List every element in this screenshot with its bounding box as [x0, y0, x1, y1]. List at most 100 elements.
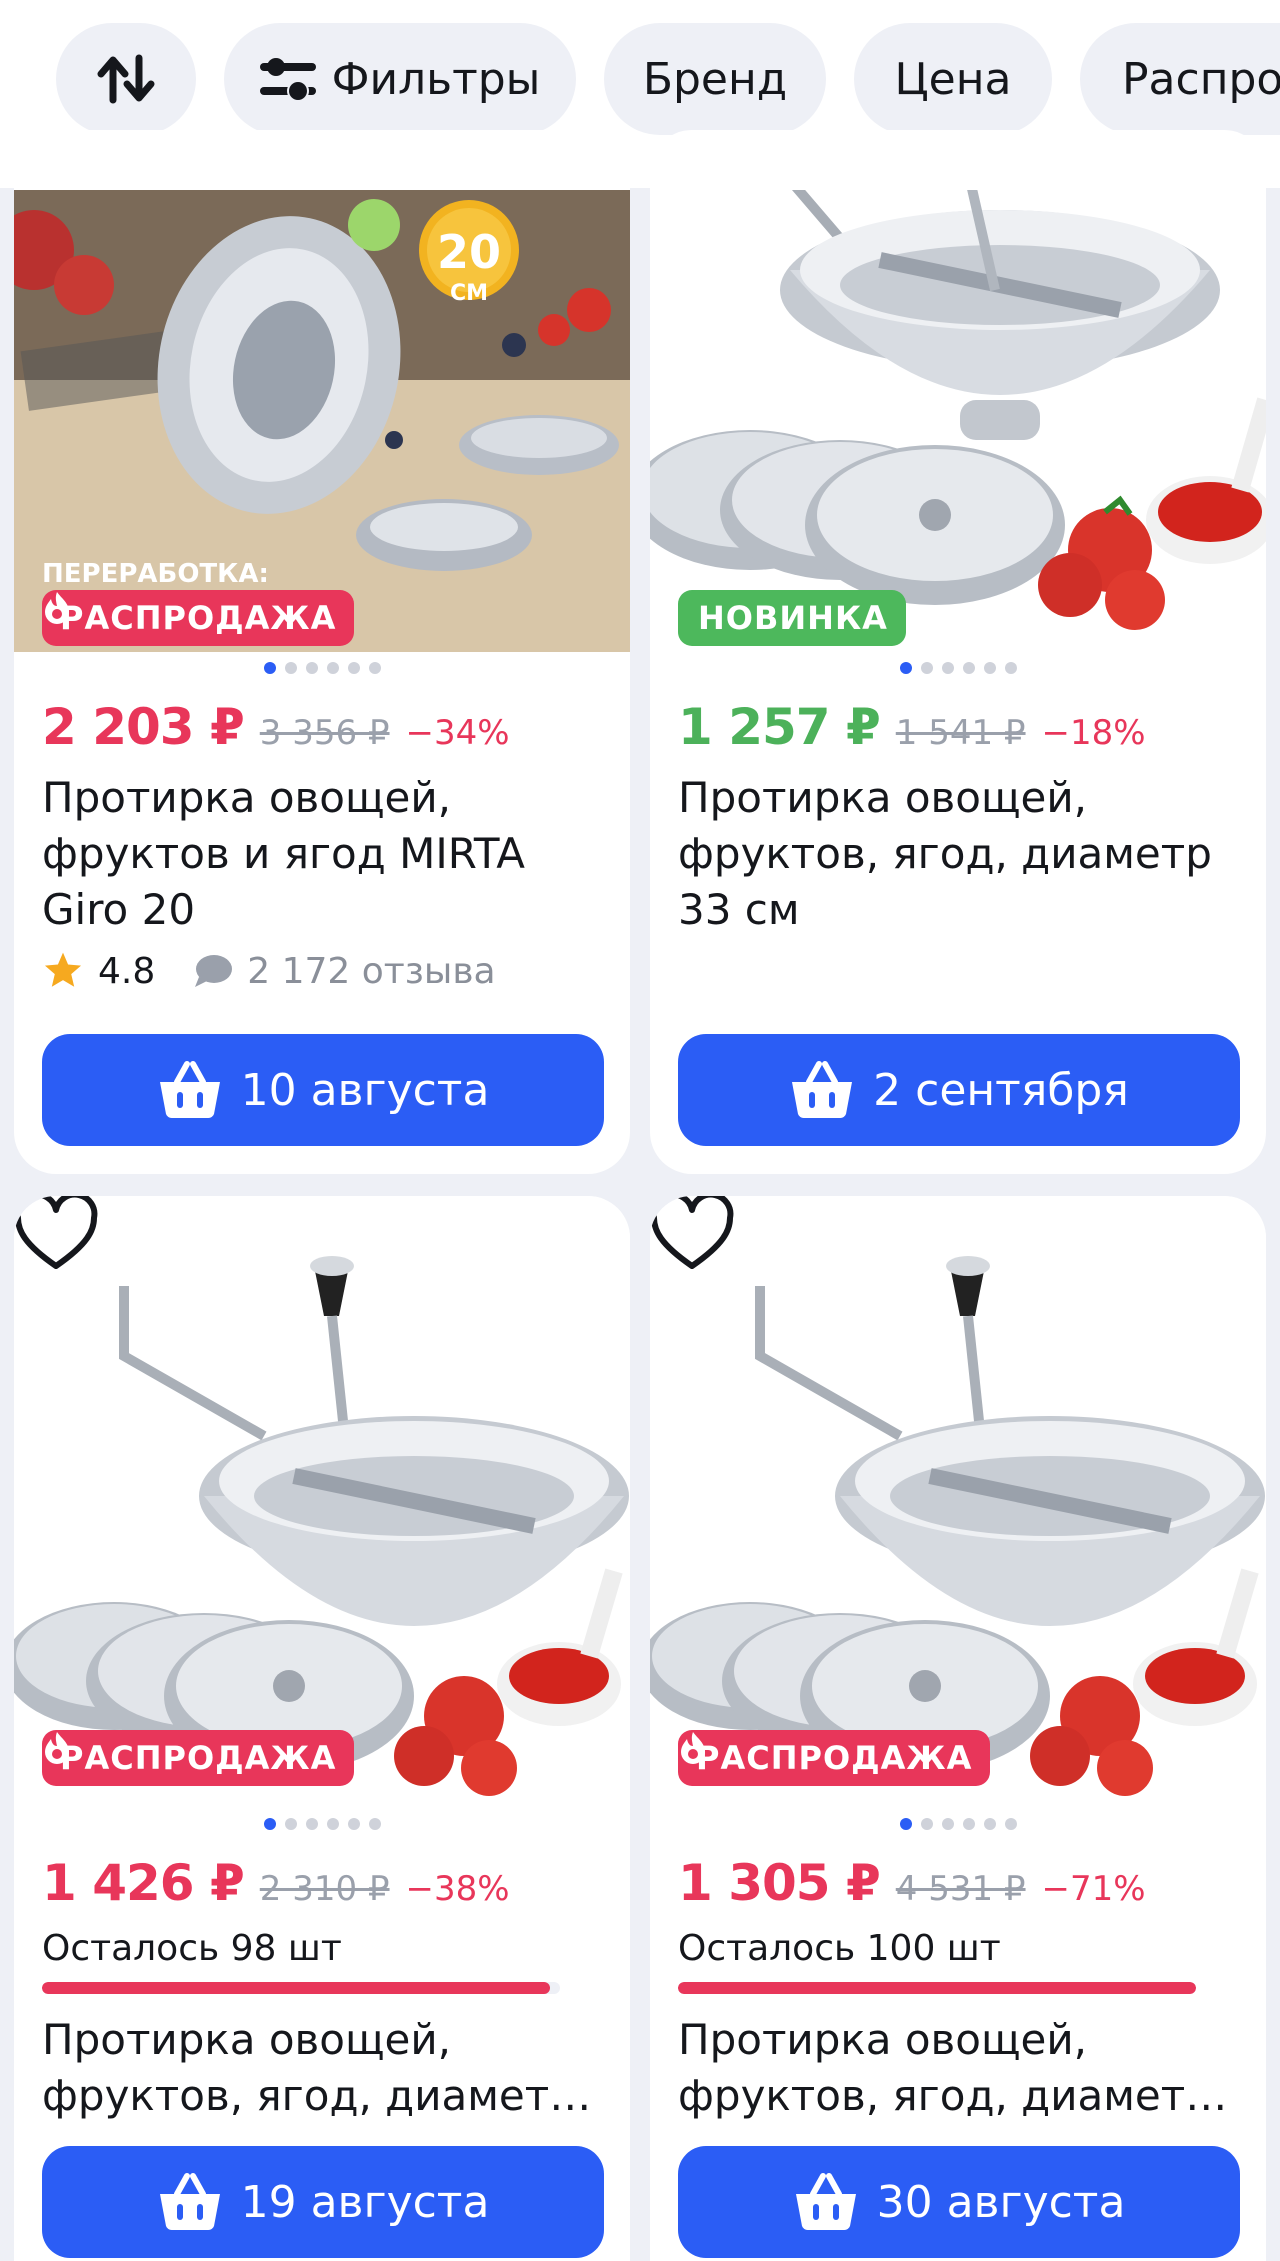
- pager-dot: [284, 662, 297, 674]
- sale-filter-button[interactable]: Распро: [1080, 23, 1280, 135]
- sort-button[interactable]: [56, 23, 196, 135]
- product-card[interactable]: РАСПРОДАЖА 1 305 ₽ 4 531 ₽ −71% Осталось…: [650, 1196, 1266, 2261]
- pager-dot: [1004, 1818, 1017, 1830]
- pager-dot: [326, 662, 339, 674]
- title-line: Протирка овощей,: [678, 2015, 1088, 2064]
- pager-dot-active: [899, 662, 912, 674]
- stock-left: Осталось 100 шт: [678, 1928, 1001, 1969]
- pager-dot: [326, 1818, 339, 1830]
- pager-dot: [983, 1818, 996, 1830]
- stock-bar: [678, 1982, 1196, 1994]
- fire-icon: [681, 1732, 705, 1764]
- product-title[interactable]: Протирка овощей, фруктов и ягод MIRTA Gi…: [42, 770, 606, 938]
- pager-dot: [305, 662, 318, 674]
- price-row: 2 203 ₽ 3 356 ₽ −34%: [42, 698, 510, 756]
- discount: −38%: [405, 1869, 510, 1909]
- price-row: 1 305 ₽ 4 531 ₽ −71%: [678, 1854, 1146, 1912]
- delivery-date: 10 августа: [240, 1064, 490, 1116]
- pager-dot: [347, 1818, 360, 1830]
- delivery-date: 30 августа: [876, 2176, 1126, 2228]
- product-card[interactable]: РАСПРОДАЖА 1 426 ₽ 2 310 ₽ −38% Осталось…: [14, 1196, 630, 2261]
- add-to-cart-button[interactable]: 30 августа: [678, 2146, 1240, 2258]
- delivery-date: 19 августа: [240, 2176, 490, 2228]
- basket-icon: [159, 1061, 220, 1119]
- product-photo: [650, 1256, 1265, 1796]
- product-image[interactable]: РАСПРОДАЖА: [650, 1196, 1266, 1806]
- badge-label: НОВИНКА: [698, 599, 888, 637]
- comment-icon: [195, 955, 233, 987]
- image-pager: [650, 662, 1266, 674]
- pager-dot: [920, 1818, 933, 1830]
- pager-dot: [941, 662, 954, 674]
- add-to-cart-button[interactable]: 10 августа: [42, 1034, 604, 1146]
- reviews-count: 2 172 отзыва: [247, 950, 496, 992]
- stock-bar: [42, 1982, 560, 1994]
- price: 1 305 ₽: [678, 1854, 881, 1912]
- old-price: 2 310 ₽: [259, 1869, 390, 1909]
- product-title[interactable]: Протирка овощей, фруктов, ягод, диаметр …: [678, 2012, 1242, 2124]
- product-title[interactable]: Протирка овощей, фруктов, ягод, диаметр …: [678, 770, 1242, 938]
- add-to-cart-button[interactable]: 19 августа: [42, 2146, 604, 2258]
- favorite-heart-icon[interactable]: [14, 1196, 98, 1272]
- product-card[interactable]: НОВИНКА 1 257 ₽ 1 541 ₽ −18% Протирка ов…: [650, 130, 1266, 1174]
- pager-dot-active: [899, 1818, 912, 1830]
- discount: −71%: [1041, 1869, 1146, 1909]
- product-image[interactable]: РАСПРОДАЖА: [14, 1196, 630, 1806]
- old-price: 1 541 ₽: [895, 713, 1026, 753]
- add-to-cart-button[interactable]: 2 сентября: [678, 1034, 1240, 1146]
- stock-bar-fill: [678, 1982, 1196, 1994]
- delivery-date: 2 сентября: [873, 1064, 1129, 1116]
- title-line: Протирка овощей,: [42, 2015, 452, 2064]
- price-label: Цена: [894, 53, 1012, 105]
- favorite-heart-icon[interactable]: [650, 1196, 734, 1272]
- basket-icon: [795, 2173, 856, 2231]
- fire-icon: [45, 592, 69, 624]
- product-image[interactable]: НОВИНКА: [650, 190, 1266, 652]
- svg-text:ПЕРЕРАБОТКА:: ПЕРЕРАБОТКА:: [42, 559, 269, 589]
- pager-dot: [368, 1818, 381, 1830]
- product-photo: [650, 190, 1266, 630]
- price-row: 1 257 ₽ 1 541 ₽ −18%: [678, 698, 1146, 756]
- title-line: фруктов, ягод, диаметр 33 см: [678, 2071, 1242, 2120]
- discount: −18%: [1041, 713, 1146, 753]
- brand-filter-button[interactable]: Бренд: [604, 23, 826, 135]
- sale-badge: РАСПРОДАЖА: [42, 590, 355, 646]
- sale-badge: РАСПРОДАЖА: [42, 1730, 355, 1786]
- price: 2 203 ₽: [42, 698, 245, 756]
- basket-icon: [159, 2173, 220, 2231]
- product-image[interactable]: 20 СМ Giro ПЕРЕРАБОТКА: РАСПРОДАЖА: [14, 190, 630, 652]
- pager-dot: [284, 1818, 297, 1830]
- star-icon: [44, 952, 82, 987]
- pager-dot: [1004, 662, 1017, 674]
- new-badge: НОВИНКА: [678, 590, 906, 646]
- pager-dot: [368, 662, 381, 674]
- rating-value: 4.8: [98, 950, 156, 992]
- pager-dot: [305, 1818, 318, 1830]
- price-row: 1 426 ₽ 2 310 ₽ −38%: [42, 1854, 510, 1912]
- sale-filter-label: Распро: [1122, 53, 1280, 105]
- price: 1 257 ₽: [678, 698, 881, 756]
- pager-dot: [962, 662, 975, 674]
- badge-label: РАСПРОДАЖА: [60, 1739, 337, 1777]
- image-pager: [14, 1818, 630, 1830]
- title-line: фруктов, ягод, диаметр 33 см: [42, 2071, 606, 2120]
- rating-row[interactable]: 4.8 2 172 отзыва: [42, 950, 496, 992]
- filters-label: Фильтры: [331, 53, 541, 105]
- image-pager: [14, 662, 630, 674]
- pager-dot: [941, 1818, 954, 1830]
- pager-dot-active: [263, 662, 276, 674]
- badge-label: РАСПРОДАЖА: [60, 599, 337, 637]
- old-price: 3 356 ₽: [259, 713, 390, 753]
- sort-arrows-icon: [97, 54, 155, 104]
- product-card[interactable]: 20 СМ Giro ПЕРЕРАБОТКА: РАСПРОДАЖА 2 203…: [14, 130, 630, 1174]
- pager-dot: [920, 662, 933, 674]
- filters-button[interactable]: Фильтры: [224, 23, 576, 135]
- discount: −34%: [405, 713, 510, 753]
- product-title[interactable]: Протирка овощей, фруктов, ягод, диаметр …: [42, 2012, 606, 2124]
- svg-text:20: 20: [437, 225, 501, 279]
- svg-text:СМ: СМ: [450, 281, 488, 306]
- fire-icon: [45, 1732, 69, 1764]
- pager-dot-active: [263, 1818, 276, 1830]
- price: 1 426 ₽: [42, 1854, 245, 1912]
- price-filter-button[interactable]: Цена: [854, 23, 1052, 135]
